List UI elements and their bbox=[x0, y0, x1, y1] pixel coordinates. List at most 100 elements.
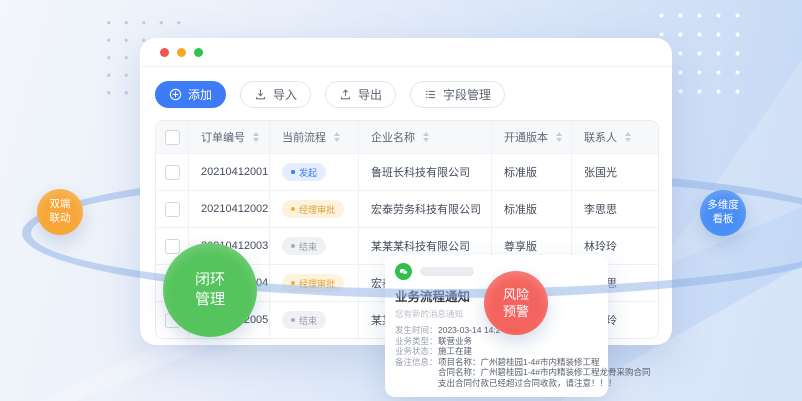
sort-icon[interactable] bbox=[334, 132, 340, 142]
column-header-label: 联系人 bbox=[584, 129, 617, 145]
column-header-label: 企业名称 bbox=[371, 129, 415, 145]
contact-cell: 张国光 bbox=[571, 154, 658, 190]
bubble-risk-warning: 风险预警 bbox=[484, 271, 548, 335]
select-all-checkbox[interactable] bbox=[165, 130, 180, 145]
sort-asc-arrow bbox=[625, 132, 631, 136]
field-label: 发生时间： bbox=[395, 325, 438, 336]
header-checkbox-cell bbox=[156, 121, 188, 153]
company-cell: 鲁班长科技有限公司 bbox=[358, 154, 491, 190]
row-checkbox[interactable] bbox=[165, 165, 180, 180]
company-cell: 宏泰劳务科技有限公司 bbox=[358, 191, 491, 227]
field-value: 施工在建 bbox=[438, 346, 472, 357]
table-header-row: 订单编号 当前流程企业名称 开通版本 联系人 bbox=[156, 121, 658, 153]
traffic-light-dot[interactable] bbox=[177, 48, 186, 57]
notification-field-row: 业务类型：联营业务 bbox=[395, 336, 598, 347]
row-checkbox[interactable] bbox=[165, 239, 180, 254]
status-label: 经理审批 bbox=[299, 203, 335, 216]
notification-field-row: 备注信息：项目名称：广州碧桂园1-4#市内精装修工程 bbox=[395, 357, 598, 368]
bubble-label-line: 风险 bbox=[503, 286, 529, 303]
notification-fields: 发生时间：2023-03-14 14:2业务类型：联营业务业务状态：施工在建备注… bbox=[395, 325, 598, 388]
bubble-dual-linkage: 双端联动 bbox=[37, 189, 83, 235]
window-titlebar bbox=[140, 38, 672, 67]
export-button-label: 导出 bbox=[358, 86, 382, 103]
status-dot bbox=[291, 170, 295, 174]
sort-desc-arrow bbox=[253, 138, 259, 142]
order-no-cell: 20210412001 bbox=[188, 154, 269, 190]
bubble-label-line: 闭环 bbox=[195, 270, 225, 290]
add-button[interactable]: 添加 bbox=[155, 81, 226, 108]
field-value: 2023-03-14 14:2 bbox=[438, 325, 500, 336]
bubble-closed-loop: 闭环管理 bbox=[163, 243, 257, 337]
field-label: 备注信息： bbox=[395, 357, 438, 368]
column-header: 企业名称 bbox=[358, 121, 491, 153]
bubble-label-line: 多维度 bbox=[707, 199, 739, 213]
field-label bbox=[395, 367, 438, 378]
status-badge: 经理审批 bbox=[282, 274, 344, 292]
column-header-label: 开通版本 bbox=[504, 129, 548, 145]
field-label bbox=[395, 378, 438, 389]
sort-asc-arrow bbox=[253, 132, 259, 136]
traffic-light-dot[interactable] bbox=[194, 48, 203, 57]
status-cell: 结束 bbox=[269, 228, 358, 264]
sort-icon[interactable] bbox=[556, 132, 562, 142]
bubble-label-line: 管理 bbox=[195, 290, 225, 310]
field-value: 项目名称：广州碧桂园1-4#市内精装修工程 bbox=[438, 357, 600, 368]
notification-field-row: 支出合同付款已经超过合同收款，请注意！！！ bbox=[395, 378, 598, 389]
status-badge: 发起 bbox=[282, 163, 326, 181]
import-icon bbox=[254, 88, 267, 101]
field-manage-button[interactable]: 字段管理 bbox=[410, 81, 505, 108]
sender-placeholder bbox=[420, 267, 474, 276]
status-cell: 经理审批 bbox=[269, 265, 358, 301]
row-checkbox-cell bbox=[156, 154, 188, 190]
field-manage-button-label: 字段管理 bbox=[443, 86, 491, 103]
notification-field-row: 合同名称：广州碧桂园1-4#市内精装修工程龙骨采购合同 bbox=[395, 367, 598, 378]
sort-icon[interactable] bbox=[423, 132, 429, 142]
row-checkbox[interactable] bbox=[165, 202, 180, 217]
bubble-label-line: 预警 bbox=[503, 303, 529, 320]
sort-desc-arrow bbox=[423, 138, 429, 142]
field-value: 合同名称：广州碧桂园1-4#市内精装修工程龙骨采购合同 bbox=[438, 367, 651, 378]
field-value: 支出合同付款已经超过合同收款，请注意！！！ bbox=[438, 378, 617, 389]
sort-icon[interactable] bbox=[253, 132, 259, 142]
sort-asc-arrow bbox=[334, 132, 340, 136]
export-button[interactable]: 导出 bbox=[325, 81, 396, 108]
status-label: 结束 bbox=[299, 314, 317, 327]
column-header: 联系人 bbox=[571, 121, 658, 153]
import-button-label: 导入 bbox=[273, 86, 297, 103]
column-header: 开通版本 bbox=[491, 121, 571, 153]
status-label: 经理审批 bbox=[299, 277, 335, 290]
column-header-label: 订单编号 bbox=[201, 129, 245, 145]
table-row[interactable]: 20210412001 发起 鲁班长科技有限公司标准版张国光 bbox=[156, 153, 658, 190]
version-cell: 标准版 bbox=[491, 154, 571, 190]
import-button[interactable]: 导入 bbox=[240, 81, 311, 108]
order-no-cell: 20210412002 bbox=[188, 191, 269, 227]
traffic-light-dot[interactable] bbox=[160, 48, 169, 57]
status-dot bbox=[291, 318, 295, 322]
status-badge: 结束 bbox=[282, 311, 326, 329]
field-value: 联营业务 bbox=[438, 336, 472, 347]
contact-cell: 李思思 bbox=[571, 191, 658, 227]
sort-asc-arrow bbox=[423, 132, 429, 136]
traffic-lights bbox=[160, 48, 203, 57]
version-cell: 标准版 bbox=[491, 191, 571, 227]
export-icon bbox=[339, 88, 352, 101]
sort-icon[interactable] bbox=[625, 132, 631, 142]
bubble-label-line: 联动 bbox=[50, 212, 71, 226]
status-badge: 结束 bbox=[282, 237, 326, 255]
column-header: 订单编号 bbox=[188, 121, 269, 153]
field-label: 业务类型： bbox=[395, 336, 438, 347]
sort-desc-arrow bbox=[556, 138, 562, 142]
add-button-label: 添加 bbox=[188, 86, 212, 103]
bubble-multi-board: 多维度看板 bbox=[700, 190, 746, 236]
column-header: 当前流程 bbox=[269, 121, 358, 153]
notification-field-row: 业务状态：施工在建 bbox=[395, 346, 598, 357]
row-checkbox-cell bbox=[156, 191, 188, 227]
status-cell: 结束 bbox=[269, 302, 358, 338]
status-cell: 发起 bbox=[269, 154, 358, 190]
status-dot bbox=[291, 244, 295, 248]
status-badge: 经理审批 bbox=[282, 200, 344, 218]
list-icon bbox=[424, 88, 437, 101]
status-dot bbox=[291, 207, 295, 211]
table-row[interactable]: 20210412002 经理审批 宏泰劳务科技有限公司标准版李思思 bbox=[156, 190, 658, 227]
plus-circle-icon bbox=[169, 88, 182, 101]
